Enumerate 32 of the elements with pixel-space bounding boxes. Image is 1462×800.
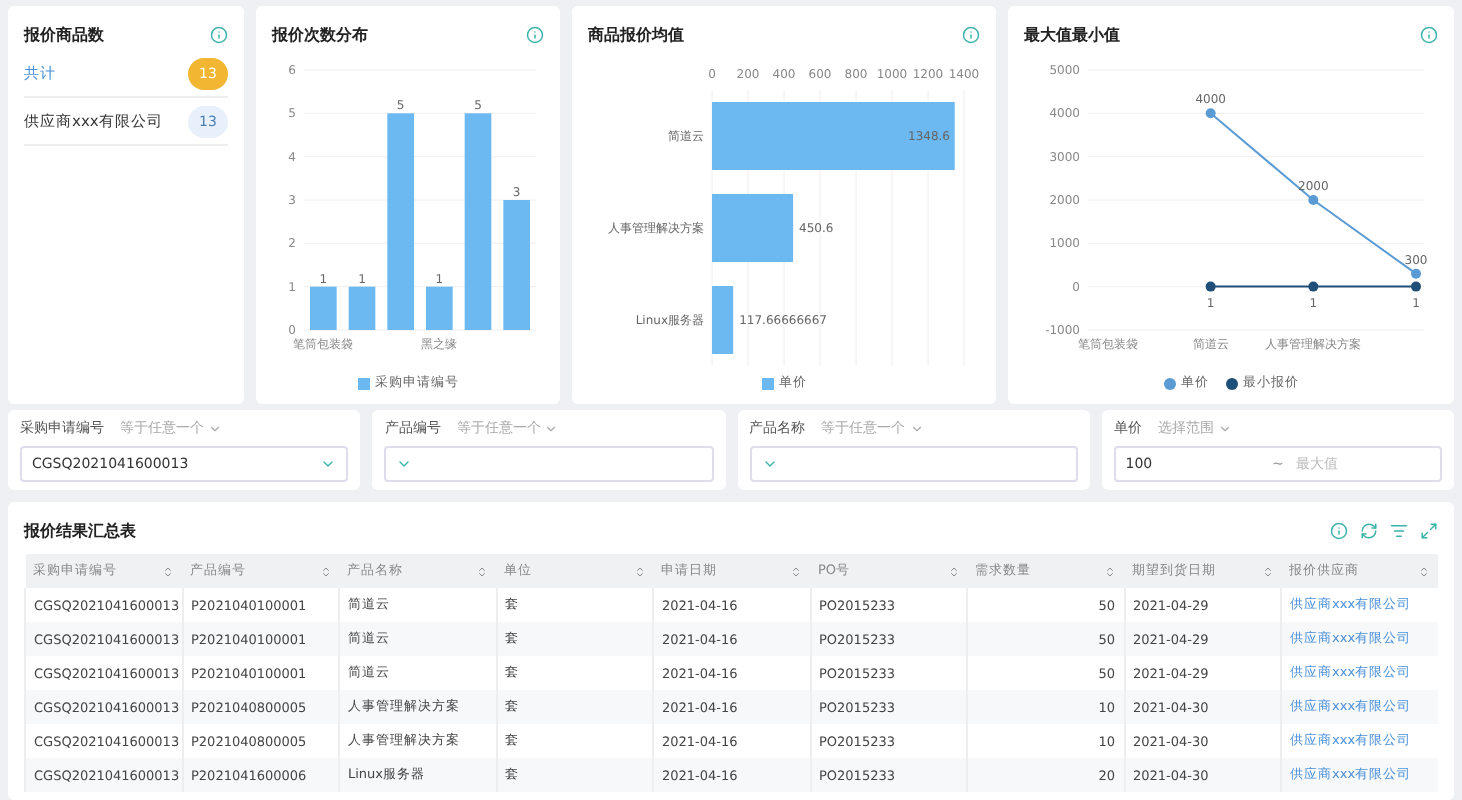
chevron-down-icon [544, 421, 559, 435]
info-icon [210, 25, 228, 43]
chevron-down-icon [1217, 421, 1232, 435]
data-point [1205, 281, 1216, 292]
card-title: 商品报价均值 [588, 23, 684, 45]
info-icon [962, 25, 980, 43]
refresh-icon [1360, 521, 1378, 539]
bar [712, 194, 794, 262]
card-title: 报价商品数 [24, 23, 104, 45]
fullscreen-icon [1420, 521, 1438, 539]
data-point [1205, 108, 1216, 119]
select-field[interactable] [384, 446, 713, 482]
chevron-down-icon [208, 421, 222, 435]
data-point [1308, 281, 1319, 292]
bar [348, 286, 376, 330]
card-title: 最大值最小值 [1024, 23, 1120, 45]
info-icon [1330, 521, 1348, 539]
info-icon [1420, 25, 1438, 43]
bar [712, 286, 734, 354]
chevron-down-icon [761, 456, 777, 472]
chevron-down-icon [909, 421, 923, 435]
chevron-down-icon [396, 456, 413, 472]
card-title: 报价结果汇总表 [24, 519, 136, 541]
bar [310, 286, 337, 330]
data-point [1308, 195, 1319, 205]
columns-icon [1390, 521, 1408, 539]
bar [426, 286, 453, 330]
info-icon [526, 25, 544, 43]
select-field[interactable] [749, 446, 1078, 482]
bar [503, 200, 530, 330]
card-title: 报价次数分布 [272, 23, 368, 45]
chevron-down-icon [320, 456, 337, 472]
